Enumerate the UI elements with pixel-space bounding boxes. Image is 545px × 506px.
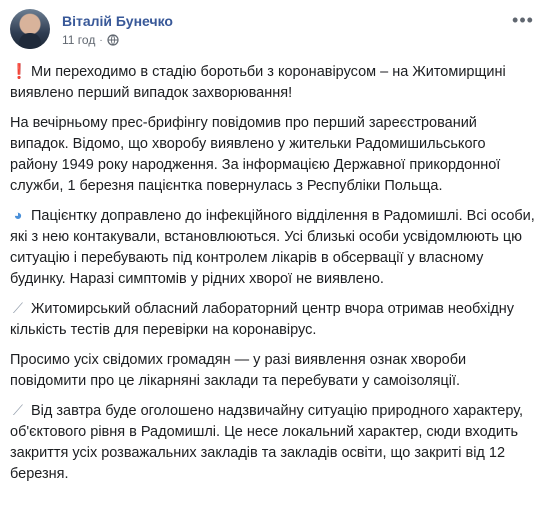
avatar[interactable] [10, 9, 50, 49]
paragraph-5: Просимо усіх свідомих громадян — у разі … [10, 350, 535, 392]
facebook-post: Віталій Бунечко 11 год · ••• ❗ Ми переход… [0, 0, 545, 506]
post-header: Віталій Бунечко 11 год · ••• [10, 9, 535, 55]
paragraph-text: Просимо усіх свідомих громадян — у разі … [10, 352, 467, 389]
post-meta: 11 год · [62, 33, 119, 47]
syringe-icon: ⟋ [12, 403, 24, 419]
post-time[interactable]: 11 год [62, 33, 95, 47]
globe-icon[interactable] [107, 34, 119, 46]
paragraph-1: ❗ Ми переходимо в стадію боротьби з корон… [10, 62, 535, 104]
paragraph-3: ◕ Пацієнтку доправлено до інфекційного ві… [10, 206, 535, 290]
paragraph-text: Житомирський обласний лабораторний центр… [10, 301, 515, 338]
post-body: ❗ Ми переходимо в стадію боротьби з корон… [10, 62, 535, 494]
paragraph-text: Від завтра буде оголошено надзвичайну си… [10, 403, 524, 482]
exclamation-icon: ❗ [10, 64, 29, 80]
author-name[interactable]: Віталій Бунечко [62, 13, 173, 29]
paragraph-4: ⟋ Житомирський обласний лабораторний цент… [10, 299, 535, 341]
globe-emoji-icon: ◕ [13, 208, 23, 224]
syringe-icon: ⟋ [12, 301, 24, 317]
paragraph-text: Пацієнтку доправлено до інфекційного від… [10, 208, 535, 287]
paragraph-text: На вечірньому прес-брифінгу повідомив пр… [10, 115, 501, 194]
separator-dot: · [99, 34, 103, 46]
paragraph-6: ⟋ Від завтра буде оголошено надзвичайну с… [10, 401, 535, 485]
more-options-icon[interactable]: ••• [511, 10, 535, 30]
paragraph-2: На вечірньому прес-брифінгу повідомив пр… [10, 113, 535, 197]
paragraph-text: Ми переходимо в стадію боротьби з корона… [10, 64, 506, 101]
